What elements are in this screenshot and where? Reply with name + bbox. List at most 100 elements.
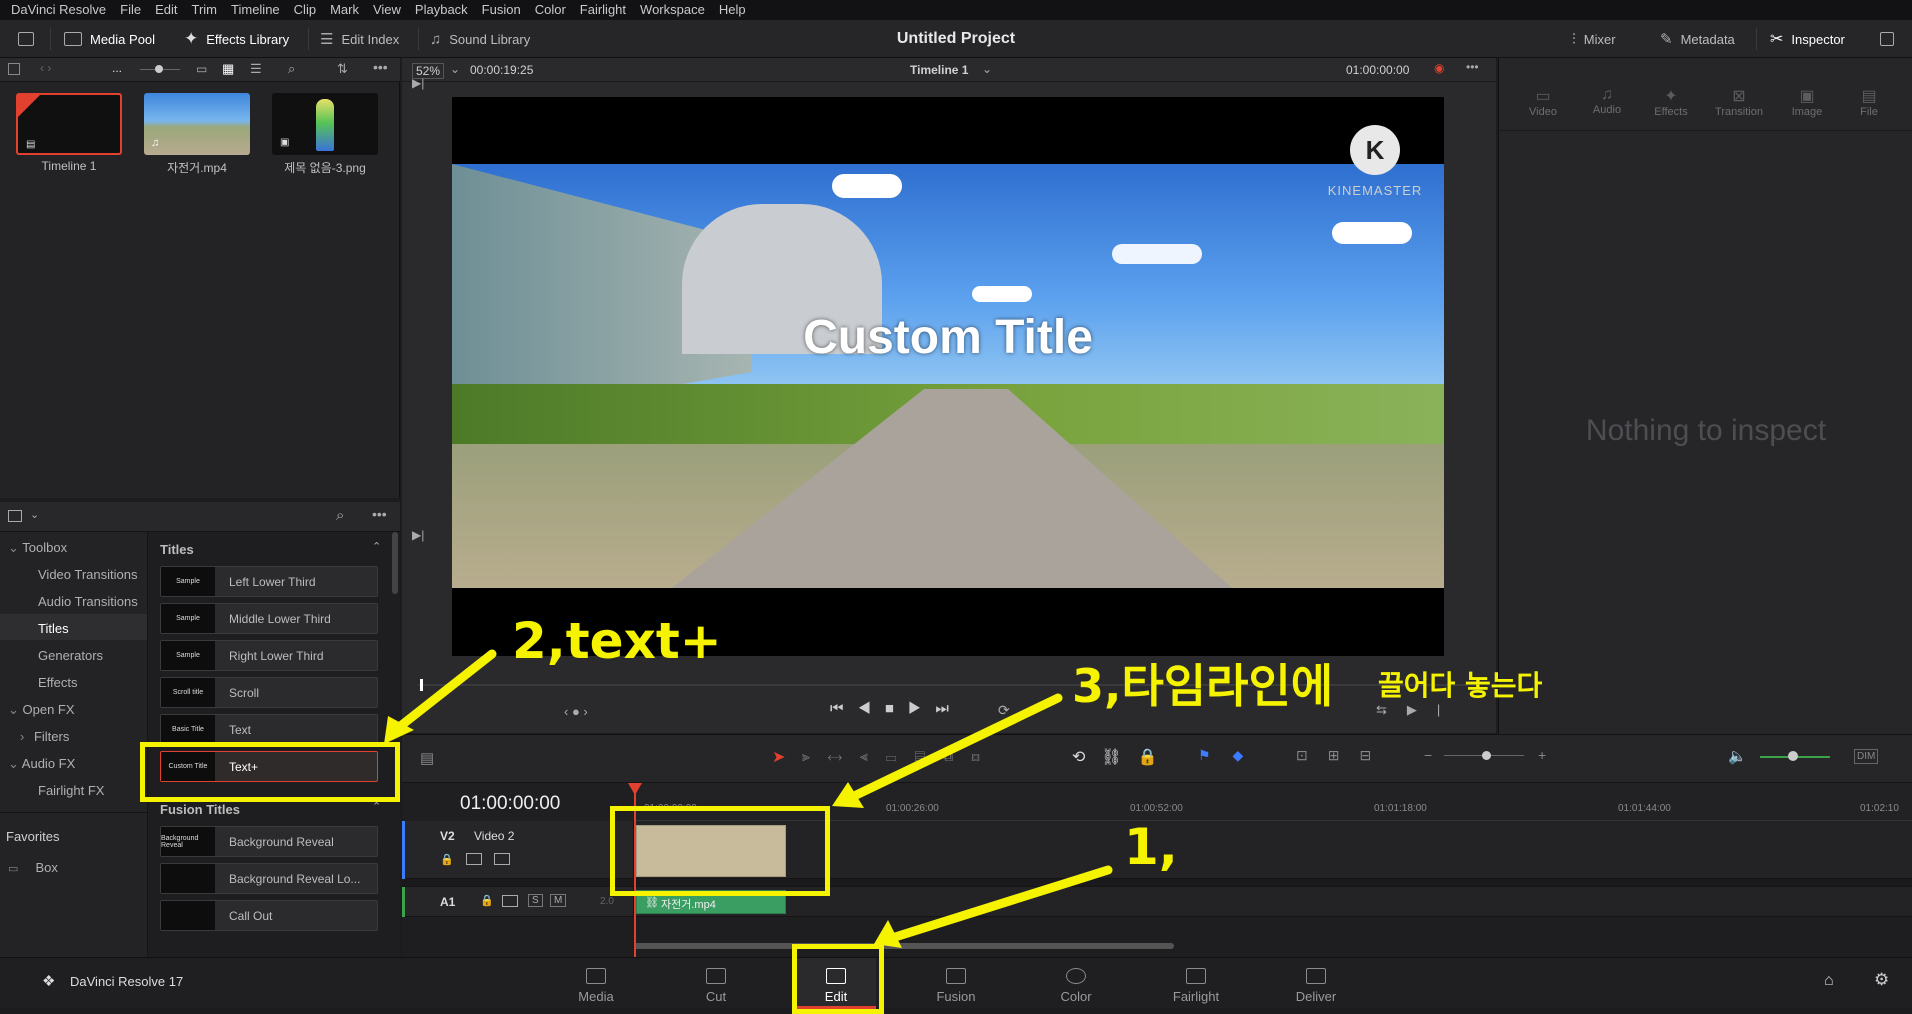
viewer-playhead[interactable] xyxy=(420,679,423,691)
menu-workspace[interactable]: Workspace xyxy=(633,0,712,20)
menu-edit[interactable]: Edit xyxy=(148,0,184,20)
grid-view-icon[interactable]: ▦ xyxy=(222,61,234,77)
tree-item-titles[interactable]: Titles xyxy=(38,621,69,636)
page-tab-fusion[interactable]: Fusion xyxy=(916,958,996,1009)
tree-item-open-fx[interactable]: ⌄ Open FX xyxy=(8,702,75,718)
title-item-middle-lower-third[interactable]: Sample Middle Lower Third xyxy=(160,603,378,634)
selection-tool-icon[interactable]: ➤ xyxy=(772,747,785,767)
chevron-down-icon[interactable]: ⌄ xyxy=(982,62,992,76)
menu-playback[interactable]: Playback xyxy=(408,0,475,20)
solo-button[interactable]: S xyxy=(528,894,543,907)
clip-thumb-timeline[interactable]: ▤ xyxy=(16,93,122,155)
timeline-name[interactable]: Timeline 1 xyxy=(910,63,968,77)
go-to-end-icon[interactable]: ▶| xyxy=(412,528,424,542)
title-item-right-lower-third[interactable]: Sample Right Lower Third xyxy=(160,640,378,671)
back-forward-icon[interactable]: ‹ › xyxy=(40,61,51,75)
inspector-tab-audio[interactable]: ♫ Audio xyxy=(1577,86,1637,116)
title-item-scroll[interactable]: Scroll title Scroll xyxy=(160,677,378,708)
page-tab-fairlight[interactable]: Fairlight xyxy=(1156,958,1236,1009)
expand-icon[interactable] xyxy=(1880,20,1894,58)
go-to-start-icon[interactable]: ▶| xyxy=(412,76,424,90)
fusion-item-background-reveal[interactable]: Background Reveal Background Reveal xyxy=(160,826,378,857)
panel-toggle-icon[interactable] xyxy=(8,510,22,522)
tree-item-video-transitions[interactable]: Video Transitions xyxy=(38,567,138,582)
menu-mark[interactable]: Mark xyxy=(323,0,366,20)
title-item-left-lower-third[interactable]: Sample Left Lower Third xyxy=(160,566,378,597)
menu-davinci[interactable]: DaVinci Resolve xyxy=(4,0,113,20)
chevron-down-icon[interactable]: ⌄ xyxy=(450,62,460,76)
home-icon[interactable]: ⌂ xyxy=(1824,972,1834,990)
clip-thumb-video[interactable]: ♫ xyxy=(144,93,250,155)
effects-library-button[interactable]: ✦ Effects Library xyxy=(184,20,289,58)
lock-icon[interactable]: 🔒 xyxy=(480,894,494,907)
metadata-button[interactable]: ✎ Metadata xyxy=(1660,20,1735,58)
menu-view[interactable]: View xyxy=(366,0,408,20)
tree-item-audio-fx[interactable]: ⌄ Audio FX xyxy=(8,756,75,772)
edit-index-button[interactable]: ☰ Edit Index xyxy=(320,20,399,58)
inspector-tab-effects[interactable]: ✦ Effects xyxy=(1641,86,1701,118)
scrollbar-thumb[interactable] xyxy=(634,943,1174,949)
inspector-tab-file[interactable]: ▤ File xyxy=(1839,86,1899,118)
playhead-handle[interactable] xyxy=(628,783,642,795)
sidebar-toggle-icon[interactable] xyxy=(8,63,20,75)
jog-control[interactable]: ‹ ● › xyxy=(564,704,588,719)
more-options-icon[interactable]: ••• xyxy=(1466,60,1479,74)
scrollbar[interactable] xyxy=(392,532,398,594)
timeline-view-options-icon[interactable]: ▤ xyxy=(420,749,434,767)
zoom-out-icon[interactable]: − xyxy=(1424,747,1432,763)
mixer-button[interactable]: ⫶ Mixer xyxy=(1572,20,1616,58)
auto-select-icon[interactable] xyxy=(502,895,518,907)
color-wheel-icon[interactable]: ◉ xyxy=(1434,61,1444,75)
mute-button[interactable]: M xyxy=(550,894,567,907)
track-name[interactable]: Video 2 xyxy=(474,829,514,843)
monitor-icon[interactable] xyxy=(18,20,34,58)
page-tab-deliver[interactable]: Deliver xyxy=(1276,958,1356,1009)
more-options-icon[interactable]: ••• xyxy=(372,506,387,522)
search-icon[interactable]: ⌕ xyxy=(336,507,344,524)
favorite-item-box[interactable]: ▭ Box xyxy=(8,860,58,875)
menu-fairlight[interactable]: Fairlight xyxy=(573,0,633,20)
tree-item-audio-transitions[interactable]: Audio Transitions xyxy=(38,594,138,609)
tree-item-fairlight-fx[interactable]: Fairlight FX xyxy=(38,783,104,798)
tree-item-filters[interactable]: › Filters xyxy=(20,729,69,744)
volume-handle[interactable] xyxy=(1788,751,1798,761)
tree-item-generators[interactable]: Generators xyxy=(38,648,103,663)
zoom-mode-icons[interactable]: ⊡⊞⊟ xyxy=(1296,747,1391,764)
tree-item-toolbox[interactable]: ⌄ Toolbox xyxy=(8,540,67,556)
sort-icon[interactable]: ⇅ xyxy=(337,61,348,77)
metadata-view-icon[interactable]: ▭ xyxy=(196,62,207,76)
search-icon[interactable]: ⌕ xyxy=(288,61,295,77)
lock-icon[interactable]: 🔒 xyxy=(440,853,454,866)
menu-clip[interactable]: Clip xyxy=(287,0,323,20)
menu-trim[interactable]: Trim xyxy=(185,0,225,20)
settings-gear-icon[interactable]: ⚙ xyxy=(1874,970,1889,990)
transport-controls[interactable]: ⏮◀■▶⏭ xyxy=(830,700,963,717)
thumb-size-handle[interactable] xyxy=(155,65,163,73)
tree-item-effects[interactable]: Effects xyxy=(38,675,78,690)
menu-timeline[interactable]: Timeline xyxy=(224,0,287,20)
more-options-icon[interactable]: ••• xyxy=(373,59,388,75)
fusion-titles-section-header[interactable]: Fusion Titles xyxy=(160,802,240,817)
sound-library-button[interactable]: ♫ Sound Library xyxy=(430,20,530,58)
snap-link-lock-icons[interactable]: ⟲⛓🔒 xyxy=(1072,747,1174,767)
fusion-item-call-out[interactable]: Call Out xyxy=(160,900,378,931)
menu-fusion[interactable]: Fusion xyxy=(475,0,528,20)
menu-help[interactable]: Help xyxy=(712,0,753,20)
title-item-text[interactable]: Basic Title Text xyxy=(160,714,378,745)
menu-color[interactable]: Color xyxy=(528,0,573,20)
inspector-tab-transition[interactable]: ⊠ Transition xyxy=(1709,86,1769,118)
titles-section-header[interactable]: Titles xyxy=(160,542,194,557)
edit-tools[interactable]: ⫸⟷⫷▭▤⧉⧈ xyxy=(802,748,998,765)
volume-icon[interactable]: 🔈 xyxy=(1728,747,1747,765)
dim-button[interactable]: DIM xyxy=(1854,749,1879,764)
list-view-icon[interactable]: ☰ xyxy=(250,61,262,77)
chevron-up-icon[interactable]: ⌃ xyxy=(372,540,381,553)
page-tab-color[interactable]: Color xyxy=(1036,958,1116,1009)
menu-file[interactable]: File xyxy=(113,0,148,20)
auto-select-icon[interactable] xyxy=(466,853,482,865)
fusion-item-background-reveal-lower[interactable]: Background Reveal Lo... xyxy=(160,863,378,894)
flag-marker-icons[interactable]: ⚑◆ xyxy=(1198,747,1265,764)
inspector-tab-video[interactable]: ▭ Video xyxy=(1513,86,1573,118)
inspector-tab-image[interactable]: ▣ Image xyxy=(1777,86,1837,118)
inspector-button[interactable]: ✂ Inspector xyxy=(1770,20,1845,58)
